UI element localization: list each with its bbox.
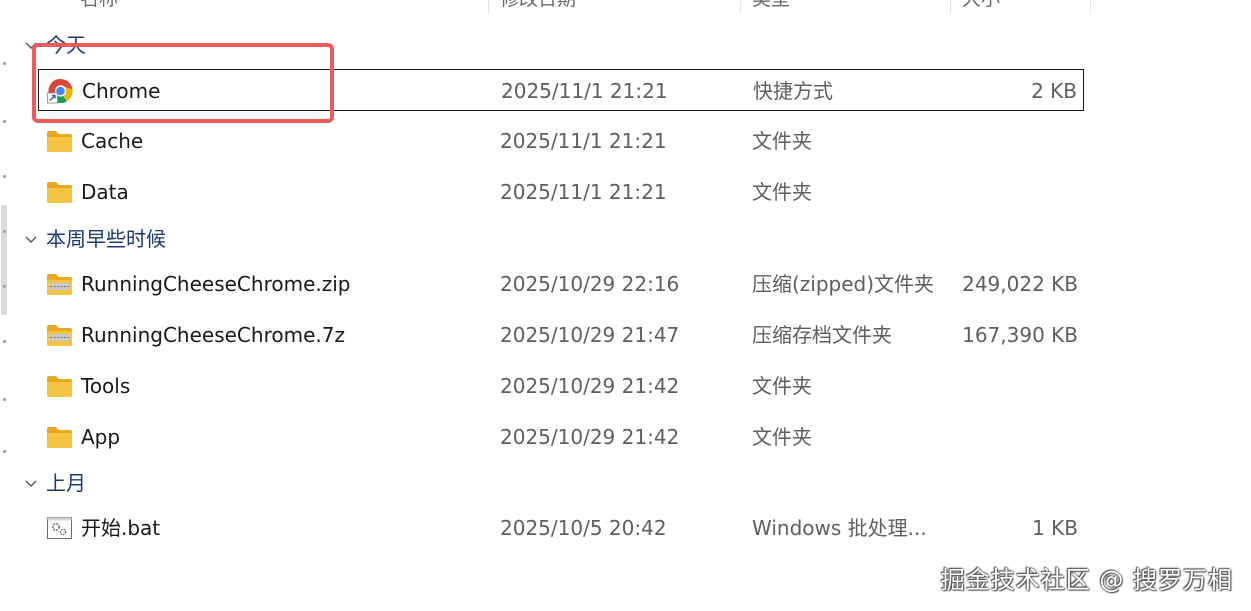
nav-dot — [3, 398, 6, 401]
chrome-shortcut-icon — [47, 79, 73, 104]
folder-icon — [47, 131, 72, 152]
file-row[interactable]: RunningCheeseChrome.7z 2025/10/29 21:47 … — [38, 314, 1084, 356]
file-name[interactable]: RunningCheeseChrome.7z — [81, 314, 345, 356]
nav-dot — [3, 62, 6, 65]
file-type: 压缩存档文件夹 — [752, 323, 892, 347]
column-separator[interactable] — [488, 0, 489, 14]
file-type: Windows 批处理... — [752, 516, 927, 540]
file-date: 2025/11/1 21:21 — [501, 79, 668, 103]
group-title: 今天 — [46, 33, 86, 57]
column-header-row: 名称 修改日期 类型 大小 — [0, 0, 1100, 16]
nav-dot — [3, 230, 6, 233]
chevron-down-icon — [25, 480, 37, 487]
file-type: 快捷方式 — [753, 79, 833, 103]
file-row[interactable]: RunningCheeseChrome.zip 2025/10/29 22:16… — [38, 263, 1084, 305]
file-type: 文件夹 — [752, 129, 812, 153]
zip-folder-icon — [47, 274, 72, 295]
file-type: 文件夹 — [752, 180, 812, 204]
file-row[interactable]: Tools 2025/10/29 21:42 文件夹 — [38, 365, 1084, 407]
column-separator[interactable] — [740, 0, 741, 14]
column-separator[interactable] — [950, 0, 951, 14]
folder-icon — [47, 427, 72, 448]
file-size: 2 KB — [1031, 79, 1077, 103]
zip-folder-icon — [47, 325, 72, 346]
file-name[interactable]: App — [81, 416, 120, 458]
watermark-text: 掘金技术社区 @ 搜罗万相 — [940, 566, 1233, 594]
file-size: 1 KB — [1032, 516, 1078, 540]
file-name[interactable]: RunningCheeseChrome.zip — [81, 263, 350, 305]
nav-dot — [3, 285, 6, 288]
column-header-date[interactable]: 修改日期 — [500, 0, 576, 14]
group-header-earlier-this-week[interactable]: 本周早些时候 — [22, 225, 166, 253]
file-type: 压缩(zipped)文件夹 — [752, 272, 935, 296]
file-date: 2025/11/1 21:21 — [500, 180, 667, 204]
file-row[interactable]: Cache 2025/11/1 21:21 文件夹 — [38, 120, 1084, 162]
file-row[interactable]: 开始.bat 2025/10/5 20:42 Windows 批处理... 1 … — [38, 507, 1084, 549]
chevron-down-icon — [25, 42, 37, 49]
nav-dot — [3, 120, 6, 123]
nav-dot — [3, 175, 6, 178]
file-size: 167,390 KB — [962, 323, 1078, 347]
nav-dot — [3, 450, 6, 453]
file-name[interactable]: Chrome — [82, 70, 160, 112]
navigation-pane-edge — [0, 0, 10, 611]
group-header-last-month[interactable]: 上月 — [22, 469, 86, 497]
chevron-down-icon — [25, 236, 37, 243]
column-header-type[interactable]: 类型 — [752, 0, 790, 14]
file-name[interactable]: Cache — [81, 120, 143, 162]
nav-scrollbar-thumb[interactable] — [1, 205, 7, 315]
column-header-size[interactable]: 大小 — [962, 0, 1000, 14]
folder-icon — [47, 376, 72, 397]
folder-icon — [47, 182, 72, 203]
file-name[interactable]: Tools — [81, 365, 130, 407]
column-header-name[interactable]: 名称 — [80, 0, 118, 14]
file-date: 2025/10/29 22:16 — [500, 272, 680, 296]
file-row[interactable]: App 2025/10/29 21:42 文件夹 — [38, 416, 1084, 458]
file-type: 文件夹 — [752, 425, 812, 449]
group-title: 上月 — [46, 471, 86, 495]
file-date: 2025/10/5 20:42 — [500, 516, 667, 540]
file-date: 2025/10/29 21:42 — [500, 425, 680, 449]
file-name[interactable]: 开始.bat — [81, 507, 160, 549]
file-row[interactable]: Chrome 2025/11/1 21:21 快捷方式 2 KB — [38, 69, 1084, 111]
file-date: 2025/11/1 21:21 — [500, 129, 667, 153]
file-date: 2025/10/29 21:47 — [500, 323, 680, 347]
file-row[interactable]: Data 2025/11/1 21:21 文件夹 — [38, 171, 1084, 213]
file-type: 文件夹 — [752, 374, 812, 398]
column-separator[interactable] — [1090, 0, 1091, 14]
file-size: 249,022 KB — [962, 272, 1078, 296]
nav-dot — [3, 340, 6, 343]
file-name[interactable]: Data — [81, 171, 129, 213]
group-title: 本周早些时候 — [46, 227, 166, 251]
file-date: 2025/10/29 21:42 — [500, 374, 680, 398]
group-header-today[interactable]: 今天 — [22, 31, 86, 59]
batch-file-icon — [47, 517, 72, 539]
